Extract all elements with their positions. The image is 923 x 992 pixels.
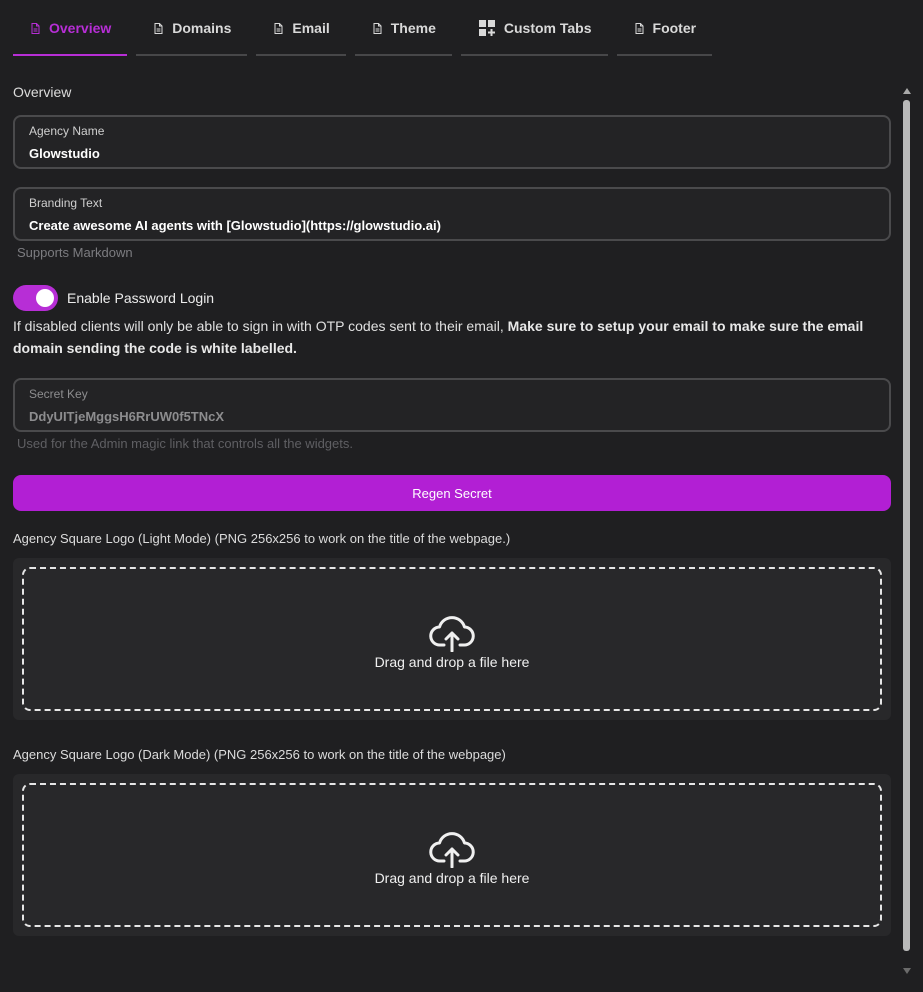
scrollbar-thumb[interactable] <box>903 100 910 951</box>
logo-light-upload: Drag and drop a file here <box>13 558 891 720</box>
logo-dark-dropzone[interactable]: Drag and drop a file here <box>22 783 882 927</box>
tab-email[interactable]: Email <box>256 0 347 56</box>
agency-name-input[interactable] <box>29 145 875 163</box>
secret-key-field: Secret Key <box>13 378 891 432</box>
tab-label: Email <box>292 20 330 36</box>
document-icon <box>29 22 42 35</box>
regen-secret-button[interactable]: Regen Secret <box>13 475 891 511</box>
tab-theme[interactable]: Theme <box>354 0 453 56</box>
document-icon <box>272 22 285 35</box>
dropzone-text: Drag and drop a file here <box>374 870 530 886</box>
tab-label: Domains <box>172 20 232 36</box>
password-login-row: Enable Password Login <box>13 285 214 311</box>
branding-text-input[interactable] <box>29 217 875 235</box>
password-login-description: If disabled clients will only be able to… <box>13 315 891 359</box>
secret-key-label: Secret Key <box>29 387 88 401</box>
scroll-down-arrow-icon[interactable] <box>903 968 911 974</box>
logo-dark-upload: Drag and drop a file here <box>13 774 891 936</box>
secret-key-input <box>29 408 875 426</box>
branding-text-label: Branding Text <box>29 196 103 210</box>
description-text: If disabled clients will only be able to… <box>13 318 508 334</box>
branding-text-field[interactable]: Branding Text <box>13 187 891 241</box>
cloud-upload-icon <box>427 828 477 868</box>
password-login-toggle[interactable] <box>13 285 58 311</box>
tab-bar: Overview Domains Email Theme Custom Tabs <box>13 0 712 56</box>
secret-key-helper: Used for the Admin magic link that contr… <box>17 436 353 451</box>
document-icon <box>633 22 646 35</box>
scroll-up-arrow-icon[interactable] <box>903 88 911 94</box>
section-title: Overview <box>13 84 72 100</box>
tab-domains[interactable]: Domains <box>136 0 248 56</box>
agency-name-label: Agency Name <box>29 124 105 138</box>
password-login-label: Enable Password Login <box>67 290 215 306</box>
cloud-upload-icon <box>427 612 477 652</box>
tab-footer[interactable]: Footer <box>616 0 713 56</box>
tab-label: Footer <box>652 20 697 36</box>
widgets-add-icon <box>477 18 497 38</box>
logo-light-dropzone[interactable]: Drag and drop a file here <box>22 567 882 711</box>
settings-page: Overview Domains Email Theme Custom Tabs <box>0 0 923 992</box>
logo-light-title: Agency Square Logo (Light Mode) (PNG 256… <box>13 531 511 546</box>
logo-dark-title: Agency Square Logo (Dark Mode) (PNG 256x… <box>13 747 506 762</box>
agency-name-field[interactable]: Agency Name <box>13 115 891 169</box>
markdown-helper-text: Supports Markdown <box>17 245 133 260</box>
tab-label: Custom Tabs <box>503 20 592 36</box>
document-icon <box>371 22 384 35</box>
vertical-scrollbar[interactable] <box>902 88 911 974</box>
tab-label: Theme <box>390 20 436 36</box>
tab-label: Overview <box>49 20 112 36</box>
toggle-knob <box>36 289 54 307</box>
document-icon <box>152 22 165 35</box>
tab-custom-tabs[interactable]: Custom Tabs <box>460 0 608 56</box>
dropzone-text: Drag and drop a file here <box>374 654 530 670</box>
tab-overview[interactable]: Overview <box>13 0 128 56</box>
